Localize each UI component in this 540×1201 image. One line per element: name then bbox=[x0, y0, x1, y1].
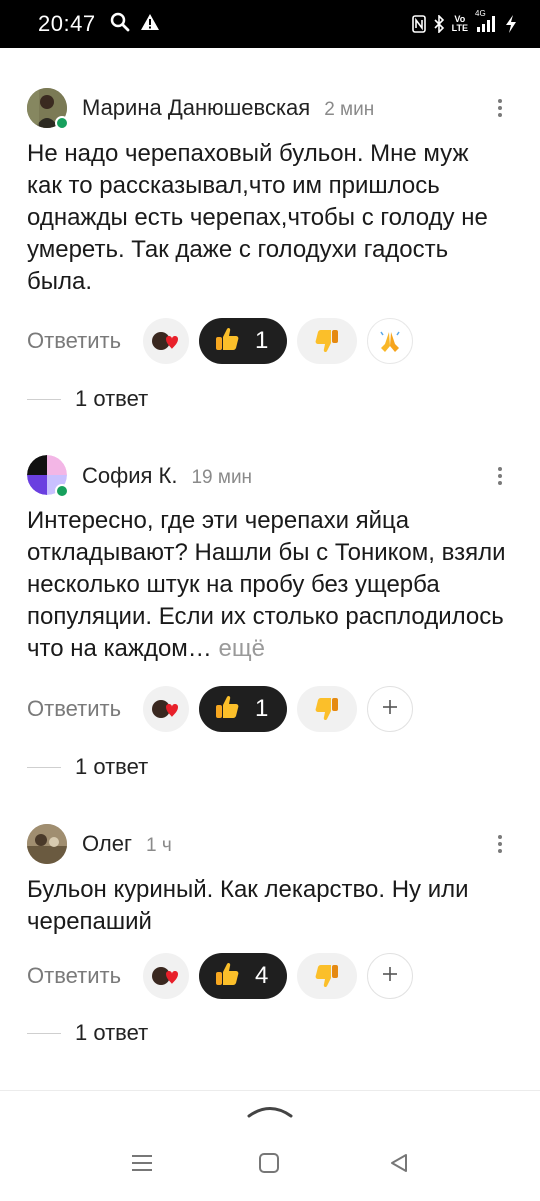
like-count: 1 bbox=[255, 327, 269, 354]
add-reaction-button[interactable] bbox=[367, 686, 414, 732]
replies-divider bbox=[27, 398, 61, 400]
author-name[interactable]: Олег 1 ч bbox=[82, 831, 172, 857]
comment-actions: Ответить 1 bbox=[27, 686, 423, 732]
add-reaction-button[interactable] bbox=[367, 953, 414, 999]
author-label: Олег bbox=[82, 831, 132, 856]
status-time: 20:47 bbox=[38, 11, 96, 36]
thumbs-up-icon bbox=[213, 693, 241, 726]
reply-button[interactable]: Ответить bbox=[27, 963, 121, 989]
replies-toggle[interactable]: 1 ответ bbox=[27, 754, 148, 780]
like-button[interactable]: 1 bbox=[199, 318, 288, 364]
author-name[interactable]: София К. 19 мин bbox=[82, 463, 252, 489]
thumbs-up-icon bbox=[213, 325, 241, 358]
comment-time: 1 ч bbox=[145, 835, 172, 856]
online-indicator bbox=[55, 116, 69, 130]
plus-icon bbox=[381, 698, 399, 721]
author-label: София К. bbox=[82, 463, 178, 488]
reply-button[interactable]: Ответить bbox=[27, 328, 121, 354]
reactions-summary-icon[interactable] bbox=[143, 686, 190, 732]
plus-icon bbox=[381, 965, 399, 988]
author-name[interactable]: Марина Данюшевская 2 мин bbox=[82, 95, 374, 121]
back-icon[interactable] bbox=[388, 1152, 410, 1179]
expand-link[interactable]: ещё bbox=[218, 635, 264, 662]
comment-actions: Ответить 4 bbox=[27, 953, 423, 999]
volte-bottom: LTE bbox=[451, 23, 468, 33]
like-button[interactable]: 1 bbox=[199, 686, 288, 732]
comment-time: 19 мин bbox=[191, 467, 253, 488]
signal-icon: 4G bbox=[475, 9, 497, 33]
comment-actions: Ответить 1 bbox=[27, 318, 423, 364]
replies-count: 1 ответ bbox=[75, 386, 149, 411]
bluetooth-icon bbox=[433, 15, 445, 33]
reactions-summary-icon[interactable] bbox=[143, 953, 190, 999]
pray-reaction-button[interactable] bbox=[367, 318, 414, 364]
bottom-bar bbox=[0, 1090, 540, 1201]
avatar[interactable] bbox=[27, 824, 67, 864]
status-bar: 20:47 Vo LTE 4G bbox=[0, 0, 540, 48]
reply-button[interactable]: Ответить bbox=[27, 696, 121, 722]
network-type: 4G bbox=[475, 9, 486, 18]
reactions-summary-icon[interactable] bbox=[143, 318, 190, 364]
comment-text: Интересно, где эти черепахи яйца отклады… bbox=[27, 505, 507, 665]
warning-icon bbox=[140, 13, 160, 36]
online-indicator bbox=[55, 484, 69, 498]
chevron-up-icon[interactable] bbox=[246, 1103, 294, 1124]
like-count: 1 bbox=[255, 695, 269, 722]
more-options-icon[interactable] bbox=[490, 832, 510, 856]
dislike-button[interactable] bbox=[297, 318, 358, 364]
comment-text: Бульон куриный. Как лекарство. Ну или че… bbox=[27, 876, 469, 935]
search-icon bbox=[110, 12, 130, 37]
replies-count: 1 ответ bbox=[75, 1020, 149, 1045]
dislike-button[interactable] bbox=[297, 686, 358, 732]
comment-text: Не надо черепаховый бульон. Мне муж как … bbox=[27, 140, 488, 295]
thumbs-up-icon bbox=[213, 960, 241, 993]
like-button[interactable]: 4 bbox=[199, 953, 288, 999]
volte-icon: Vo LTE bbox=[452, 15, 468, 33]
comment-body: Интересно, где эти черепахи яйца отклады… bbox=[27, 507, 506, 662]
author-label: Марина Данюшевская bbox=[82, 95, 311, 120]
charging-icon bbox=[504, 14, 518, 34]
comment-time: 2 мин bbox=[324, 99, 375, 120]
replies-toggle[interactable]: 1 ответ bbox=[27, 1020, 148, 1046]
replies-divider bbox=[27, 1032, 61, 1034]
menu-icon[interactable] bbox=[130, 1153, 154, 1178]
replies-toggle[interactable]: 1 ответ bbox=[27, 386, 148, 412]
replies-divider bbox=[27, 766, 61, 768]
nfc-icon bbox=[411, 15, 426, 33]
home-icon[interactable] bbox=[258, 1152, 280, 1179]
replies-count: 1 ответ bbox=[75, 754, 149, 779]
more-options-icon[interactable] bbox=[490, 96, 510, 120]
dislike-button[interactable] bbox=[297, 953, 358, 999]
like-count: 4 bbox=[255, 962, 269, 989]
more-options-icon[interactable] bbox=[490, 464, 510, 488]
